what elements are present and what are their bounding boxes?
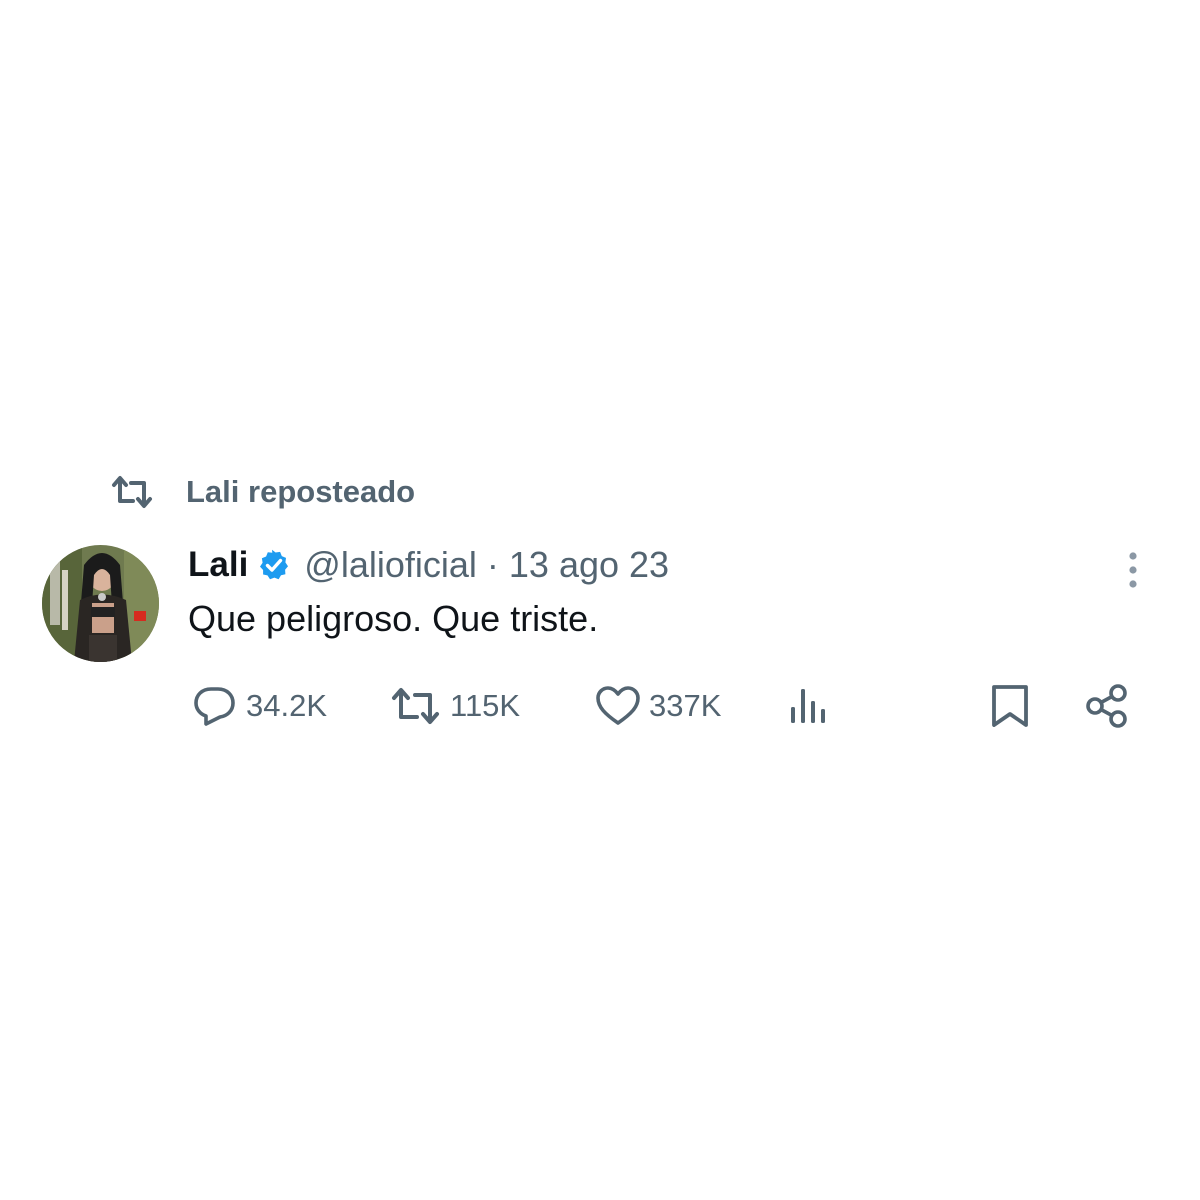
repost-count: 115K [450, 688, 521, 723]
views-button[interactable] [788, 680, 828, 732]
user-handle[interactable]: @lalioficial [304, 544, 477, 586]
repost-button[interactable]: 115K [390, 680, 520, 732]
repost-banner[interactable]: Lali reposteado [110, 470, 415, 514]
tweet-date[interactable]: 13 ago 23 [509, 544, 669, 586]
tweet-screenshot: Lali reposteado Lali @lalioficial · 13 a… [0, 0, 1200, 1200]
reply-icon [194, 687, 235, 726]
separator-dot: · [486, 544, 499, 585]
bookmark-icon [992, 685, 1028, 727]
repost-banner-label: Lali reposteado [186, 474, 416, 509]
more-vertical-icon[interactable] [1116, 545, 1150, 595]
tweet-text: Que peligroso. Que triste. [188, 598, 599, 639]
display-name[interactable]: Lali [188, 545, 248, 585]
repost-icon [392, 688, 439, 724]
tweet-header: Lali @lalioficial · 13 ago 23 [188, 540, 669, 590]
heart-icon [596, 686, 640, 725]
like-count: 337K [649, 688, 722, 723]
share-button[interactable] [1085, 680, 1129, 732]
like-button[interactable]: 337K [595, 680, 721, 732]
reply-count: 34.2K [246, 688, 328, 723]
verified-badge-icon[interactable] [258, 549, 290, 581]
bookmark-button[interactable] [990, 680, 1030, 732]
profile-photo [42, 545, 159, 662]
views-icon [791, 689, 825, 723]
avatar[interactable] [42, 545, 159, 662]
reply-button[interactable]: 34.2K [192, 680, 327, 732]
repost-icon [110, 472, 158, 512]
tweet-actions: 34.2K 115K 337K [0, 680, 1200, 732]
share-icon [1086, 684, 1127, 728]
